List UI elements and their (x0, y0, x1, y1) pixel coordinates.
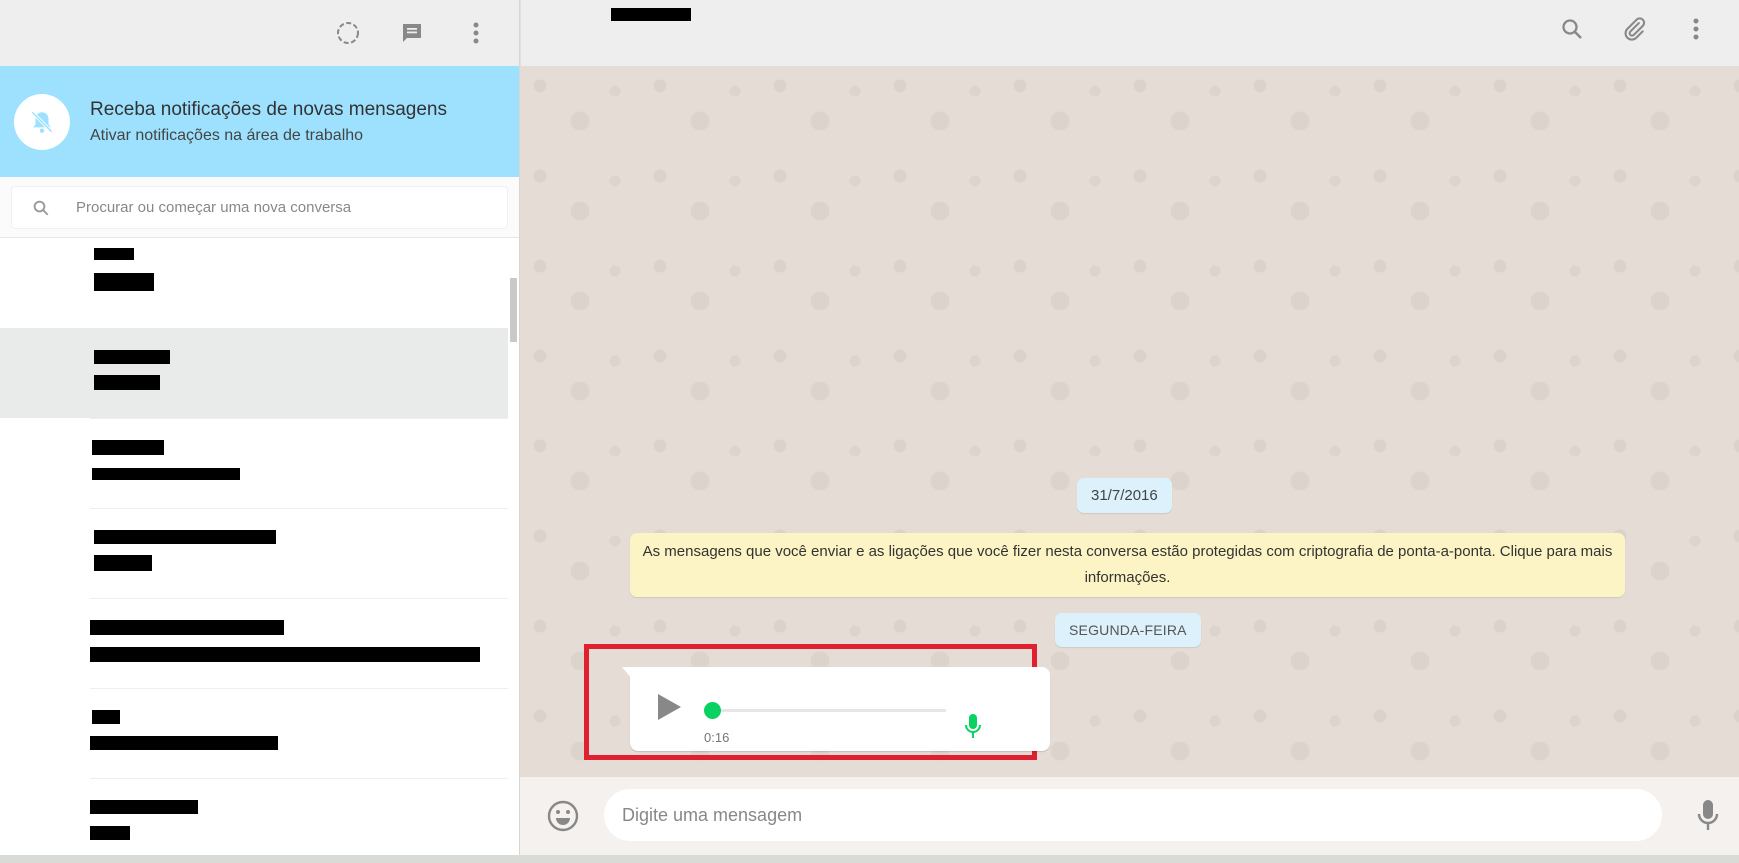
notification-banner[interactable]: Receba notificações de novas mensagens A… (0, 66, 519, 177)
conversation-header-actions (1559, 16, 1709, 42)
search-bar (0, 177, 519, 238)
voice-message-bubble: 0:16 (622, 667, 1050, 751)
audio-progress-track[interactable] (714, 709, 946, 712)
contact-name[interactable] (611, 8, 691, 21)
message-area[interactable]: 31/7/2016 As mensagens que você enviar e… (520, 66, 1739, 777)
status-icon[interactable] (335, 20, 361, 46)
chat-list-item[interactable] (0, 238, 519, 328)
chat-list-item[interactable] (0, 598, 519, 688)
menu-icon[interactable] (463, 20, 489, 46)
chat-list-item[interactable] (0, 778, 519, 855)
notification-avatar (14, 93, 70, 150)
chat-list-item[interactable] (0, 418, 519, 508)
whatsapp-web-app: Receba notificações de novas mensagens A… (0, 0, 1739, 855)
microphone-icon[interactable] (1697, 799, 1719, 831)
notification-title: Receba notificações de novas mensagens (90, 98, 448, 120)
chat-list-item[interactable] (0, 328, 511, 418)
menu-icon[interactable] (1683, 16, 1709, 42)
scrollbar-thumb[interactable] (510, 278, 517, 342)
search-icon[interactable] (1559, 16, 1585, 42)
conversation-header (520, 0, 1739, 66)
date-divider: 31/7/2016 (1077, 478, 1172, 513)
chat-list-item[interactable] (0, 688, 519, 778)
search-input[interactable] (76, 199, 456, 216)
notification-text: Receba notificações de novas mensagens A… (90, 99, 447, 145)
encryption-notice[interactable]: As mensagens que você enviar e as ligaçõ… (630, 533, 1625, 597)
bell-off-icon (31, 110, 53, 133)
day-divider: SEGUNDA-FEIRA (1055, 613, 1201, 647)
attach-icon[interactable] (1621, 16, 1647, 42)
notification-subtitle[interactable]: Ativar notificações na área de trabalho (90, 127, 447, 145)
chat-list (0, 238, 519, 855)
message-composer (520, 777, 1739, 855)
chat-list-item[interactable] (0, 508, 519, 598)
play-icon[interactable] (656, 693, 682, 721)
sidebar-header (0, 0, 519, 66)
emoji-icon[interactable] (546, 799, 580, 833)
conversation-pane: 31/7/2016 As mensagens que você enviar e… (520, 0, 1739, 855)
message-input[interactable] (604, 789, 1662, 841)
microphone-icon (965, 714, 981, 738)
search-icon (33, 200, 49, 215)
chat-sidebar: Receba notificações de novas mensagens A… (0, 0, 520, 855)
audio-seek-handle[interactable] (704, 702, 721, 719)
new-chat-icon[interactable] (399, 20, 425, 46)
audio-duration: 0:16 (704, 730, 730, 745)
search-box (12, 187, 507, 228)
